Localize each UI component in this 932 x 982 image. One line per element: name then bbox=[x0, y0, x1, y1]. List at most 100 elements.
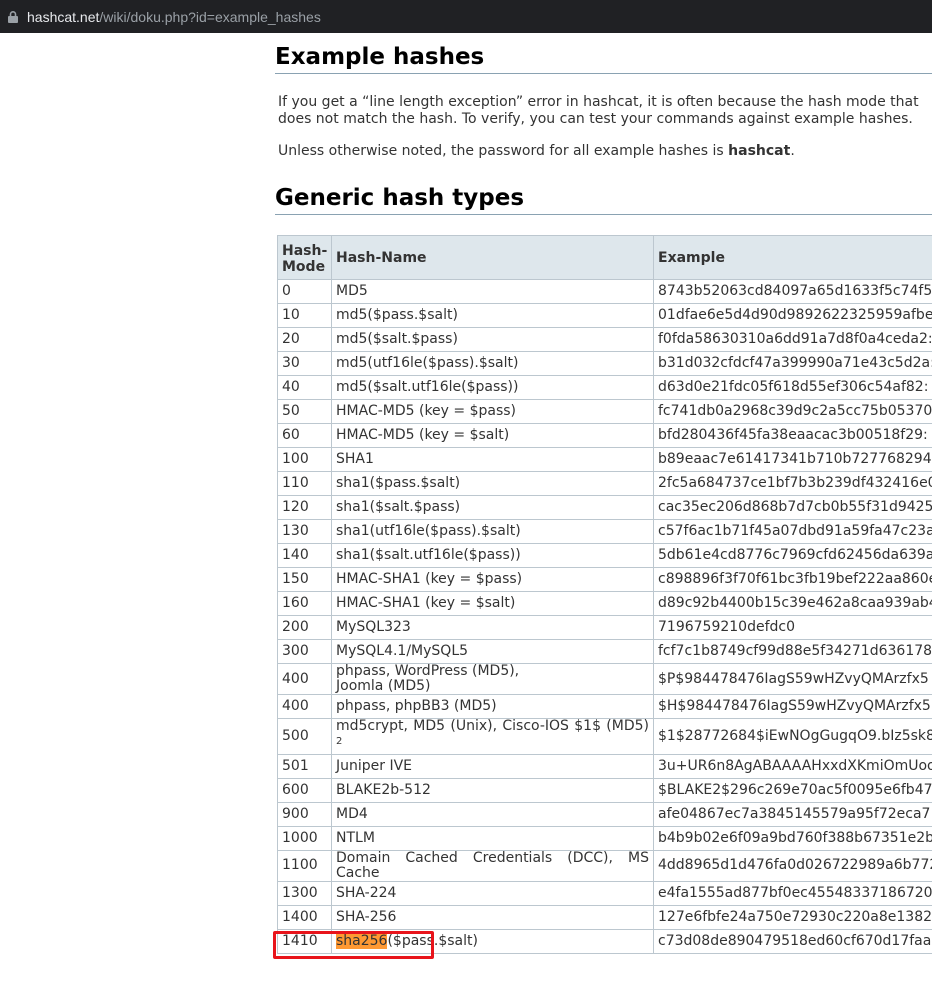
intro-line-1: If you get a “line length exception” err… bbox=[278, 94, 919, 110]
hash-name-text: MySQL4.1/MySQL5 bbox=[336, 643, 469, 659]
cell-hash-mode: 160 bbox=[277, 591, 332, 616]
cell-example-hash: bfd280436f45fa38eaacac3b00518f29: bbox=[653, 423, 932, 448]
cell-hash-mode: 30 bbox=[277, 351, 332, 376]
cell-example-hash: f0fda58630310a6dd91a7d8f0a4ceda2: bbox=[653, 327, 932, 352]
cell-hash-mode: 60 bbox=[277, 423, 332, 448]
cell-example-hash: 8743b52063cd84097a65d1633f5c74f5 bbox=[653, 279, 932, 304]
cell-hash-name: HMAC-MD5 (key = $pass) bbox=[331, 399, 654, 424]
table-row: 110 sha1($pass.$salt) 2fc5a684737ce1bf7b3b… bbox=[277, 471, 932, 496]
cell-example-hash: d63d0e21fdc05f618d55ef306c54af82: bbox=[653, 375, 932, 400]
table-row: 100 SHA1 b89eaac7e61417341b710b727768294 bbox=[277, 447, 932, 472]
header-hash-name: Hash-Name bbox=[331, 235, 654, 280]
cell-example-hash: $1$28772684$iEwNOgGugqO9.bIz5sk8 bbox=[653, 718, 932, 755]
cell-hash-name: md5(utf16le($pass).$salt) bbox=[331, 351, 654, 376]
cell-example-hash: 2fc5a684737ce1bf7b3b239df432416e0 bbox=[653, 471, 932, 496]
hash-name-text: phpass, phpBB3 (MD5) bbox=[336, 698, 497, 714]
cell-hash-name: NTLM bbox=[331, 825, 654, 851]
cell-hash-name: HMAC-SHA1 (key = $salt) bbox=[331, 591, 654, 616]
hash-name-text: HMAC-SHA1 (key = $salt) bbox=[336, 595, 516, 611]
table-row: 10 md5($pass.$salt) 01dfae6e5d4d90d9892622… bbox=[277, 303, 932, 328]
hash-name-text: NTLM bbox=[336, 829, 375, 846]
cell-hash-name: MySQL4.1/MySQL5 bbox=[331, 639, 654, 664]
cell-hash-name: phpass, WordPress (MD5), Joomla (MD5) bbox=[331, 663, 654, 695]
table-row: 1400 SHA-256 127e6fbfe24a750e72930c220a8e1… bbox=[277, 904, 932, 930]
hash-name-text: HMAC-MD5 (key = $salt) bbox=[336, 427, 510, 443]
table-header-row: Hash-Mode Hash-Name Example bbox=[277, 235, 932, 280]
cell-example-hash: fc741db0a2968c39d9c2a5cc75b05370 bbox=[653, 399, 932, 424]
browser-address-bar[interactable]: hashcat.net/wiki/doku.php?id=example_has… bbox=[0, 0, 932, 33]
table-row: 20 md5($salt.$pass) f0fda58630310a6dd91a7d… bbox=[277, 327, 932, 352]
cell-hash-mode: 400 bbox=[277, 663, 332, 695]
hash-name-text: sha1($salt.utf16le($pass)) bbox=[336, 547, 521, 563]
password-note-text: Unless otherwise noted, the password for… bbox=[278, 143, 729, 159]
table-row: 400 phpass, WordPress (MD5), Joomla (MD5)… bbox=[277, 663, 932, 695]
cell-hash-mode: 900 bbox=[277, 801, 332, 827]
cell-example-hash: d89c92b4400b15c39e462a8caa939ab4 bbox=[653, 591, 932, 616]
cell-hash-mode: 1400 bbox=[277, 904, 332, 930]
intro-paragraph: If you get a “line length exception” err… bbox=[278, 94, 932, 128]
table-row: 50 HMAC-MD5 (key = $pass) fc741db0a2968c39… bbox=[277, 399, 932, 424]
url-path: /wiki/doku.php?id=example_hashes bbox=[99, 8, 321, 25]
hash-name-text: sha1(utf16le($pass).$salt) bbox=[336, 523, 521, 539]
password-note: Unless otherwise noted, the password for… bbox=[278, 143, 932, 160]
cell-hash-mode: 20 bbox=[277, 327, 332, 352]
cell-hash-mode: 50 bbox=[277, 399, 332, 424]
table-row: 0 MD5 8743b52063cd84097a65d1633f5c74f5 bbox=[277, 279, 932, 304]
cell-hash-mode: 200 bbox=[277, 615, 332, 640]
table-row: 40 md5($salt.utf16le($pass)) d63d0e21fdc05… bbox=[277, 375, 932, 400]
url-host: hashcat.net bbox=[27, 8, 100, 25]
table-row: 900 MD4 afe04867ec7a3845145579a95f72eca7 bbox=[277, 801, 932, 827]
cell-hash-mode: 600 bbox=[277, 777, 332, 803]
table-row: 1000 NTLM b4b9b02e6f09a9bd760f388b67351e2b bbox=[277, 825, 932, 851]
cell-example-hash: 4dd8965d1d476fa0d026722989a6b772 bbox=[653, 849, 932, 882]
hash-name-text: MD5 bbox=[336, 283, 368, 299]
hash-name-text: MySQL323 bbox=[336, 619, 411, 635]
header-example: Example bbox=[653, 235, 932, 280]
table-row: 120 sha1($salt.$pass) cac35ec206d868b7d7cb… bbox=[277, 495, 932, 520]
cell-example-hash: 01dfae6e5d4d90d9892622325959afbe bbox=[653, 303, 932, 328]
cell-hash-name: md5($salt.$pass) bbox=[331, 327, 654, 352]
table-row: 150 HMAC-SHA1 (key = $pass) c898896f3f70f6… bbox=[277, 567, 932, 592]
cell-hash-name: MD4 bbox=[331, 801, 654, 827]
hash-name-text: HMAC-SHA1 (key = $pass) bbox=[336, 571, 523, 587]
hash-name-text: md5(utf16le($pass).$salt) bbox=[336, 355, 519, 371]
cell-hash-name: sha1(utf16le($pass).$salt) bbox=[331, 519, 654, 544]
table-row: 130 sha1(utf16le($pass).$salt) c57f6ac1b71… bbox=[277, 519, 932, 544]
hash-name-text: sha1($pass.$salt) bbox=[336, 475, 461, 491]
cell-hash-mode: 100 bbox=[277, 447, 332, 472]
cell-hash-mode: 1100 bbox=[277, 849, 332, 882]
cell-hash-name: md5crypt, MD5 (Unix), Cisco-IOS $1$ (MD5… bbox=[331, 718, 654, 755]
cell-hash-name: md5($salt.utf16le($pass)) bbox=[331, 375, 654, 400]
page-content: Example hashes If you get a “line length… bbox=[275, 33, 932, 982]
cell-hash-mode: 500 bbox=[277, 718, 332, 755]
cell-example-hash: c73d08de890479518ed60cf670d17faa bbox=[653, 928, 932, 954]
cell-hash-mode: 10 bbox=[277, 303, 332, 328]
hash-name-text: Juniper IVE bbox=[336, 757, 413, 774]
cell-example-hash: c898896f3f70f61bc3fb19bef222aa860e bbox=[653, 567, 932, 592]
cell-hash-mode: 300 bbox=[277, 639, 332, 664]
cell-example-hash: fcf7c1b8749cf99d88e5f34271d636178 bbox=[653, 639, 932, 664]
cell-hash-name: Domain Cached Credentials (DCC), MS Cach… bbox=[331, 849, 654, 882]
hash-name-text: md5($salt.$pass) bbox=[336, 331, 458, 347]
cell-hash-mode: 120 bbox=[277, 495, 332, 520]
cell-hash-name: md5($pass.$salt) bbox=[331, 303, 654, 328]
table-row: 160 HMAC-SHA1 (key = $salt) d89c92b4400b15… bbox=[277, 591, 932, 616]
cell-example-hash: cac35ec206d868b7d7cb0b55f31d9425 bbox=[653, 495, 932, 520]
hash-name-text: SHA-224 bbox=[336, 884, 397, 901]
cell-hash-mode: 140 bbox=[277, 543, 332, 568]
cell-hash-name: sha1($salt.$pass) bbox=[331, 495, 654, 520]
hash-name-text: BLAKE2b-512 bbox=[336, 781, 431, 798]
cell-example-hash: c57f6ac1b71f45a07dbd91a59fa47c23a bbox=[653, 519, 932, 544]
cell-example-hash: $H$984478476IagS59wHZvyQMArzfx5 bbox=[653, 694, 932, 719]
table-row: 300 MySQL4.1/MySQL5 fcf7c1b8749cf99d88e5f3… bbox=[277, 639, 932, 664]
table-row: 400 phpass, phpBB3 (MD5) $H$984478476IagS5… bbox=[277, 694, 932, 719]
cell-hash-mode: 400 bbox=[277, 694, 332, 719]
table-row: 140 sha1($salt.utf16le($pass)) 5db61e4cd87… bbox=[277, 543, 932, 568]
cell-hash-name: HMAC-SHA1 (key = $pass) bbox=[331, 567, 654, 592]
footnote-link[interactable]: 2 bbox=[336, 736, 342, 747]
cell-example-hash: afe04867ec7a3845145579a95f72eca7 bbox=[653, 801, 932, 827]
header-hash-mode: Hash-Mode bbox=[277, 235, 332, 280]
page-title: Example hashes bbox=[275, 43, 932, 74]
cell-hash-name: MD5 bbox=[331, 279, 654, 304]
cell-hash-mode: 1300 bbox=[277, 880, 332, 906]
